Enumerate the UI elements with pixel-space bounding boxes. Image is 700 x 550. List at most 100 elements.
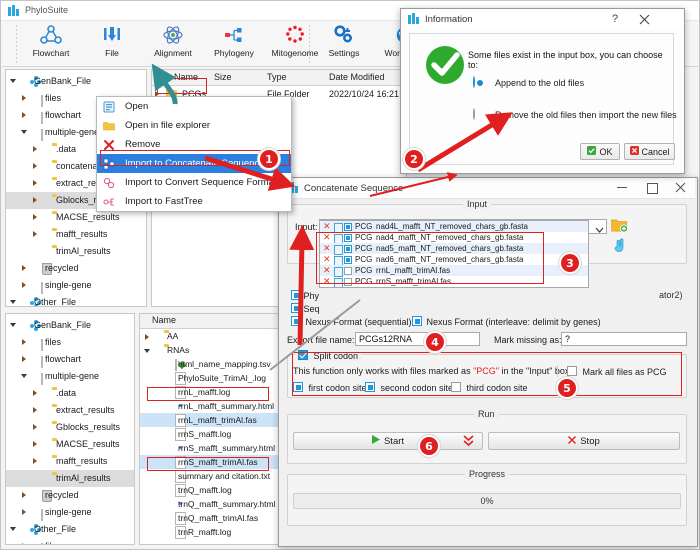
tree-expander[interactable] — [32, 209, 41, 226]
tree-expander[interactable] — [32, 226, 41, 243]
tree-expander[interactable] — [155, 427, 164, 441]
tree-expander[interactable] — [155, 385, 164, 399]
remove-file-icon[interactable]: ✕ — [323, 255, 331, 264]
tree-expander[interactable] — [21, 504, 30, 521]
tree-expander[interactable] — [32, 192, 41, 209]
list-item[interactable]: rrnS_mafft_trimAl.fas — [140, 455, 289, 469]
option-remove-row[interactable]: Remove the old files then import the new… — [473, 108, 677, 120]
tree-expander[interactable] — [32, 385, 41, 402]
hand-pointer-icon[interactable] — [612, 238, 627, 255]
list-item[interactable]: trnQ_mafft.log — [140, 483, 289, 497]
menu-item-open-in-explorer[interactable]: Open in file explorer — [97, 116, 291, 135]
second-codon-checkbox[interactable] — [365, 382, 375, 392]
input-file-dropdown[interactable]: ✕ PCG nad4L_mafft_NT_removed_chars_gb.fast… — [319, 220, 589, 288]
list-item[interactable]: trnQ_mafft_summary.html — [140, 497, 289, 511]
tree-item[interactable]: GenBank_File — [6, 73, 146, 90]
question-mark-icon[interactable]: ? — [612, 13, 618, 25]
nexus-sequential-option[interactable]: Nexus Format (sequential) — [291, 316, 412, 327]
tree-expander[interactable] — [155, 357, 164, 371]
tree-item[interactable]: multiple-gene — [6, 368, 134, 385]
split-codon-checkbox[interactable] — [298, 350, 308, 360]
menu-item-import-fasttree[interactable]: Import to FastTree — [97, 192, 291, 211]
tree-expander[interactable] — [21, 538, 30, 544]
tree-expander[interactable] — [10, 294, 19, 306]
pcg-checkbox[interactable] — [344, 278, 352, 286]
tree-item[interactable]: MACSE_results — [6, 436, 134, 453]
sequential-checkbox[interactable] — [291, 303, 301, 313]
menu-item-open[interactable]: Open — [97, 97, 291, 116]
pcg-checkbox[interactable] — [344, 256, 352, 264]
tree-item[interactable]: recycled — [6, 260, 146, 277]
tree-item[interactable]: mafft_results — [6, 453, 134, 470]
tree-expander[interactable] — [21, 90, 30, 107]
tree-item[interactable]: Other_File — [6, 294, 146, 306]
tree-expander[interactable] — [155, 511, 164, 525]
tree-item[interactable]: files — [6, 334, 134, 351]
double-chevron-down-icon[interactable] — [463, 435, 474, 449]
tree-expander[interactable] — [32, 158, 41, 175]
tree-expander[interactable] — [32, 453, 41, 470]
minimize-icon[interactable] — [617, 187, 627, 188]
tree-item[interactable]: single-gene — [6, 277, 146, 294]
maximize-icon[interactable] — [647, 183, 658, 194]
tree-item[interactable]: trimAl_results — [6, 243, 146, 260]
list-item[interactable]: rrnS_mafft.log — [140, 427, 289, 441]
close-x-icon[interactable] — [675, 182, 686, 195]
ok-button[interactable]: OK — [580, 143, 620, 160]
append-radio[interactable] — [473, 76, 475, 88]
tree-item[interactable]: extract_results — [6, 402, 134, 419]
list-item[interactable]: rrnL_mafft_summary.html — [140, 399, 289, 413]
tree-expander[interactable] — [155, 399, 164, 413]
menu-item-import-convert[interactable]: Import to Convert Sequence Format — [97, 173, 291, 192]
tree-item[interactable]: mafft_results — [6, 226, 146, 243]
option-append-row[interactable]: Append to the old files — [473, 76, 584, 88]
list-item[interactable]: rrnL_mafft_trimAl.fas — [140, 413, 289, 427]
toolbar-flowchart[interactable]: Flowchart — [20, 23, 82, 65]
tree-item[interactable]: trimAl_results — [6, 470, 134, 487]
dropdown-item[interactable]: ✕ PCG rrnL_mafft_trimAl.fas — [320, 265, 588, 277]
tree-expander[interactable] — [21, 487, 30, 504]
tree-item[interactable]: files — [6, 538, 134, 544]
tree-expander[interactable] — [21, 368, 30, 385]
tree-expander[interactable] — [155, 469, 164, 483]
tree-expander[interactable] — [32, 402, 41, 419]
mark-all-pcg-option[interactable]: Mark all files as PCG — [567, 366, 667, 377]
add-folder-icon[interactable] — [611, 218, 628, 235]
nexus-interleave-checkbox[interactable] — [412, 316, 422, 326]
list-item[interactable]: summary and citation.txt — [140, 469, 289, 483]
dropdown-item[interactable]: ✕ PCG nad4L_mafft_NT_removed_chars_gb.fast… — [320, 221, 588, 233]
pcg-checkbox[interactable] — [344, 267, 352, 275]
first-codon-option[interactable]: first codon site — [293, 382, 367, 393]
tree-expander[interactable] — [155, 441, 164, 455]
dropdown-item[interactable]: ✕ PCG nad5_mafft_NT_removed_chars_gb.fasta — [320, 243, 588, 255]
list-item[interactable]: rrnL_mafft.log — [140, 385, 289, 399]
pcg-checkbox[interactable] — [344, 223, 352, 231]
toolbar-settings[interactable]: Settings — [313, 23, 375, 65]
chevron-down-icon[interactable] — [595, 225, 604, 235]
tree-expander[interactable] — [21, 351, 30, 368]
dropdown-item[interactable]: ✕ PCG nad4_mafft_NT_removed_chars_gb.fasta — [320, 232, 588, 244]
list-item[interactable]: PhyloSuite_TrimAl_.log — [140, 371, 289, 385]
nexus-sequential-checkbox[interactable] — [291, 316, 301, 326]
tree-expander[interactable] — [21, 277, 30, 294]
tree-item[interactable]: Other_File — [6, 521, 134, 538]
pcg-checkbox[interactable] — [344, 234, 352, 242]
toolbar-alignment[interactable]: Alignment — [142, 23, 204, 65]
tree-expander[interactable] — [32, 175, 41, 192]
first-codon-checkbox[interactable] — [293, 382, 303, 392]
dropdown-item[interactable]: ✕ PCG nad6_mafft_NT_removed_chars_gb.fasta — [320, 254, 588, 266]
phylip-format-partial[interactable]: Phy — [291, 290, 319, 301]
tree-expander[interactable] — [32, 419, 41, 436]
mark-missing-input[interactable]: ? — [561, 332, 687, 346]
close-x-icon[interactable] — [639, 14, 650, 27]
cancel-button[interactable]: Cancel — [624, 143, 675, 160]
tree-expander[interactable] — [10, 73, 19, 90]
tree-expander[interactable] — [144, 343, 153, 357]
start-button[interactable]: Start — [293, 432, 483, 450]
split-codon-option[interactable]: Split codon — [295, 350, 362, 361]
tree-expander[interactable] — [21, 260, 30, 277]
list-item[interactable]: AA — [140, 329, 289, 343]
tree-expander[interactable] — [155, 497, 164, 511]
tree-expander[interactable] — [21, 107, 30, 124]
tree-expander[interactable] — [155, 413, 164, 427]
